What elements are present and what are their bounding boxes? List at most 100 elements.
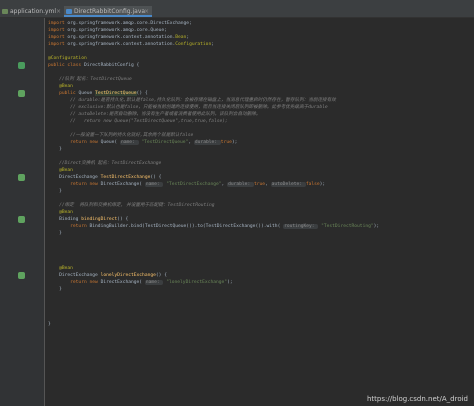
watermark: https://blog.csdn.net/A_droid xyxy=(366,395,468,403)
code-token: "lonelyDirectExchange" xyxy=(163,280,228,285)
code-token: () { xyxy=(117,217,129,222)
bean-icon[interactable] xyxy=(18,216,25,223)
code-line[interactable]: // return new Queue("TestDirectQueue",tr… xyxy=(48,118,228,125)
bean-icon[interactable] xyxy=(18,174,25,181)
code-line[interactable]: import org.springframework.amqp.core.Que… xyxy=(48,27,167,34)
code-token: () { xyxy=(150,175,162,180)
code-line[interactable]: //一般设置一下队列的持久化就好,其余两个就是默认false xyxy=(48,132,193,139)
close-icon[interactable]: × xyxy=(144,6,149,17)
code-line[interactable]: } xyxy=(48,146,62,153)
vertical-scrollbar[interactable] xyxy=(470,18,474,406)
tab-directrabbitconfig-java[interactable]: DirectRabbitConfig.java × xyxy=(64,6,152,17)
code-token: "TestDirectExchange" xyxy=(163,182,222,187)
code-token: autoDelete: xyxy=(270,182,306,187)
code-line[interactable]: } xyxy=(48,188,62,195)
code-line[interactable]: return new DirectExchange( name: "lonely… xyxy=(48,279,233,286)
code-token: import xyxy=(48,21,68,26)
code-token: ); xyxy=(231,140,238,145)
tab-label: application.yml xyxy=(10,8,57,15)
code-token: Bean xyxy=(175,35,187,40)
code-line[interactable]: // exclusive:默认也是false，只能被当前创建的连接使用，而且当连… xyxy=(48,104,328,111)
code-token: org.springframework.context.annotation. xyxy=(67,42,176,47)
code-token: name: xyxy=(119,140,139,145)
code-token: lonelyDirectExchange xyxy=(100,273,156,278)
code-token: // durable:是否持久化,默认是false,持久化队列：会被存储在磁盘上… xyxy=(48,98,336,103)
code-line[interactable]: @Bean xyxy=(48,167,73,174)
code-token: ; xyxy=(186,35,190,40)
code-token: // exclusive:默认也是false，只能被当前创建的连接使用，而且当连… xyxy=(48,105,328,110)
code-line[interactable]: //Direct交换机 起名：TestDirectExchange xyxy=(48,160,161,167)
code-line[interactable]: //队列 起名：TestDirectQueue xyxy=(48,76,132,83)
code-line[interactable]: @Bean xyxy=(48,83,73,90)
code-line[interactable]: Binding bindingDirect() { xyxy=(48,216,128,223)
bean-icon[interactable] xyxy=(18,272,25,279)
code-token: import xyxy=(48,42,68,47)
code-token: DirectExchange xyxy=(48,175,101,180)
code-token: true xyxy=(253,182,266,187)
code-token: , xyxy=(265,182,271,187)
code-token: @Bean xyxy=(48,266,73,271)
code-line[interactable]: } xyxy=(48,230,62,237)
code-token: Configuration xyxy=(175,42,212,47)
code-token: //队列 起名：TestDirectQueue xyxy=(48,77,132,82)
code-token: TestDirectExchange xyxy=(100,175,151,180)
code-token: //绑定 将队列和交换机绑定, 并设置用于匹配键：TestDirectRouti… xyxy=(48,203,215,208)
code-token: "TestDirectQueue" xyxy=(138,140,189,145)
code-token: Queue( xyxy=(100,140,120,145)
code-line[interactable]: public class DirectRabbitConfig { xyxy=(48,62,139,69)
editor-tab-bar: application.yml × DirectRabbitConfig.jav… xyxy=(0,6,474,18)
code-line[interactable]: } xyxy=(48,286,62,293)
code-token: public xyxy=(48,91,79,96)
code-token: // return new Queue("TestDirectQueue",tr… xyxy=(48,119,228,124)
code-token: routingKey: xyxy=(283,224,319,229)
code-line[interactable]: public Queue TestDirectQueue() { xyxy=(48,90,148,97)
code-line[interactable]: } xyxy=(48,321,51,328)
code-token: return new xyxy=(48,280,101,285)
code-token: "TestDirectRouting" xyxy=(318,224,374,229)
code-line[interactable]: @Bean xyxy=(48,265,73,272)
code-line[interactable]: import org.springframework.context.annot… xyxy=(48,34,189,41)
code-token: } xyxy=(48,231,62,236)
code-token: () { xyxy=(155,273,167,278)
code-line[interactable]: return new Queue( name: "TestDirectQueue… xyxy=(48,139,237,146)
code-token: public class xyxy=(48,63,84,68)
code-line[interactable]: DirectExchange TestDirectExchange() { xyxy=(48,174,161,181)
code-token: org.springframework.amqp.core.Queue; xyxy=(67,28,167,33)
code-token: ; xyxy=(211,42,214,47)
code-line[interactable]: // durable:是否持久化,默认是false,持久化队列：会被存储在磁盘上… xyxy=(48,97,336,104)
code-token: org.springframework.context.annotation. xyxy=(67,35,176,40)
code-token: Binding xyxy=(48,217,82,222)
code-line[interactable]: return BindingBuilder.bind(TestDirectQue… xyxy=(48,223,379,230)
editor-gutter[interactable] xyxy=(0,18,45,406)
code-token: @Bean xyxy=(48,84,73,89)
code-line[interactable]: //绑定 将队列和交换机绑定, 并设置用于匹配键：TestDirectRouti… xyxy=(48,202,215,209)
bean-config-icon[interactable] xyxy=(18,62,25,69)
code-token: @Bean xyxy=(48,168,73,173)
code-token: DirectRabbitConfig { xyxy=(83,63,140,68)
code-line[interactable]: import org.springframework.context.annot… xyxy=(48,41,214,48)
code-line[interactable]: return new DirectExchange( name: "TestDi… xyxy=(48,181,325,188)
bean-icon[interactable] xyxy=(18,90,25,97)
code-token: import xyxy=(48,28,68,33)
code-token: bindingDirect xyxy=(81,217,118,222)
code-token: Queue xyxy=(78,91,96,96)
code-line[interactable]: // autoDelete:是否自动删除，当没有生产者或者消费者使用此队列，该队… xyxy=(48,111,260,118)
code-token: @Bean xyxy=(48,210,73,215)
code-token: durable: xyxy=(227,182,254,187)
code-editor[interactable]: import org.springframework.amqp.core.Dir… xyxy=(48,18,468,398)
code-token: () { xyxy=(136,91,148,96)
code-token: return xyxy=(48,224,90,229)
code-token: } xyxy=(48,322,51,327)
tab-application-yml[interactable]: application.yml × xyxy=(0,6,64,17)
close-icon[interactable]: × xyxy=(56,6,61,17)
code-token: return new xyxy=(48,182,101,187)
code-line[interactable]: DirectExchange lonelyDirectExchange() { xyxy=(48,272,167,279)
code-line[interactable]: @Bean xyxy=(48,209,73,216)
code-token: // autoDelete:是否自动删除，当没有生产者或者消费者使用此队列，该队… xyxy=(48,112,261,117)
code-token: durable: xyxy=(193,140,221,145)
code-line[interactable]: import org.springframework.amqp.core.Dir… xyxy=(48,20,192,27)
code-token: true xyxy=(220,140,232,145)
code-token: import xyxy=(48,35,68,40)
code-line[interactable]: @Configuration xyxy=(48,55,87,62)
code-token: BindingBuilder.bind(TestDirectQueue()).t… xyxy=(89,224,284,229)
